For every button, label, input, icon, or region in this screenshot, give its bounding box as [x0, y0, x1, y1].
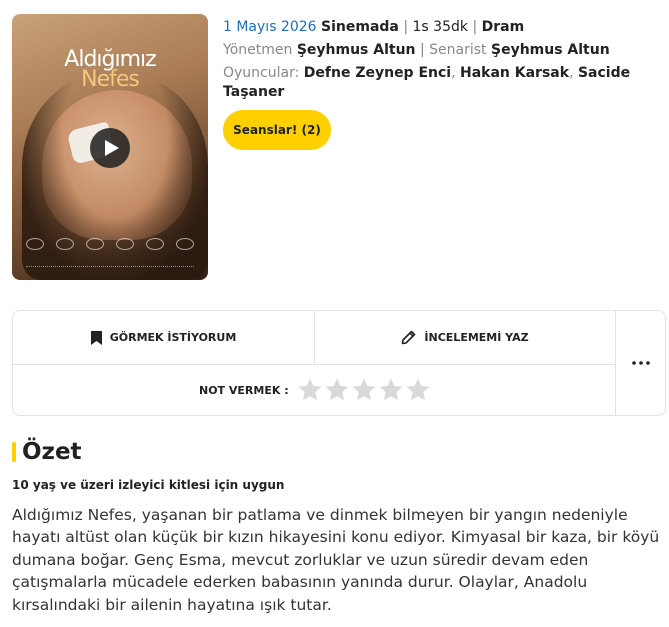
- release-status: Sinemada: [321, 19, 399, 35]
- sessions-button[interactable]: Seanslar! (2): [223, 110, 331, 150]
- rating-star-3[interactable]: [351, 377, 377, 403]
- play-icon: [104, 140, 119, 156]
- writer-label: Senarist: [429, 42, 487, 58]
- synopsis-text: Aldığımız Nefes, yaşanan bir patlama ve …: [12, 506, 660, 614]
- more-options-button[interactable]: [616, 311, 666, 415]
- rating-stars: [297, 377, 431, 403]
- cast-label: Oyuncular:: [223, 65, 300, 81]
- cast-row: Oyuncular: Defne Zeynep Enci, Hakan Kars…: [223, 65, 631, 100]
- play-trailer-button[interactable]: [90, 128, 130, 168]
- rating-star-2[interactable]: [324, 377, 350, 403]
- pencil-icon: [402, 330, 416, 345]
- cast-member-link[interactable]: Defne Zeynep Enci: [304, 65, 451, 81]
- age-rating-note: 10 yaş ve üzeri izleyici kitlesi için uy…: [12, 478, 285, 492]
- crew-row: Yönetmen Şeyhmus Altun | Senarist Şeyhmu…: [223, 42, 610, 58]
- summary-header: Özet: [12, 438, 82, 466]
- duration: 1s 35dk: [412, 19, 468, 35]
- release-date[interactable]: 1 Mayıs 2026: [223, 19, 317, 35]
- movie-poster[interactable]: Aldığımız Nefes: [12, 14, 208, 280]
- write-review-button[interactable]: İNCELEMEMİ YAZ: [315, 311, 615, 364]
- cast-member-link[interactable]: Hakan Karsak: [460, 65, 569, 81]
- summary-title: Özet: [22, 439, 82, 465]
- write-review-label: İNCELEMEMİ YAZ: [424, 331, 529, 344]
- rating-star-1[interactable]: [297, 377, 323, 403]
- genre[interactable]: Dram: [482, 19, 525, 35]
- poster-title-line2: Nefes: [81, 67, 140, 92]
- want-to-watch-label: GÖRMEK İSTİYORUM: [109, 331, 237, 344]
- movie-meta: 1 Mayıs 2026 Sinemada | 1s 35dk | Dram Y…: [223, 18, 653, 106]
- poster-festival-laurels: [26, 238, 194, 252]
- rating-label: NOT VERMEK :: [199, 383, 289, 397]
- user-actions-card: GÖRMEK İSTİYORUM İNCELEMEMİ YAZ NOT VERM…: [12, 310, 666, 416]
- rating-row: NOT VERMEK :: [13, 365, 615, 415]
- rating-star-4[interactable]: [378, 377, 404, 403]
- release-row: 1 Mayıs 2026 Sinemada | 1s 35dk | Dram: [223, 19, 525, 35]
- bookmark-icon: [90, 330, 102, 345]
- want-to-watch-button[interactable]: GÖRMEK İSTİYORUM: [13, 311, 314, 364]
- summary-accent-bar: [12, 442, 16, 462]
- writer-link[interactable]: Şeyhmus Altun: [491, 42, 610, 58]
- director-label: Yönetmen: [223, 42, 293, 58]
- director-link[interactable]: Şeyhmus Altun: [297, 42, 416, 58]
- rating-star-5[interactable]: [405, 377, 431, 403]
- poster-sponsor-logos: [26, 266, 194, 272]
- poster-title: Aldığımız Nefes: [12, 49, 208, 92]
- more-dots-icon: [632, 361, 650, 365]
